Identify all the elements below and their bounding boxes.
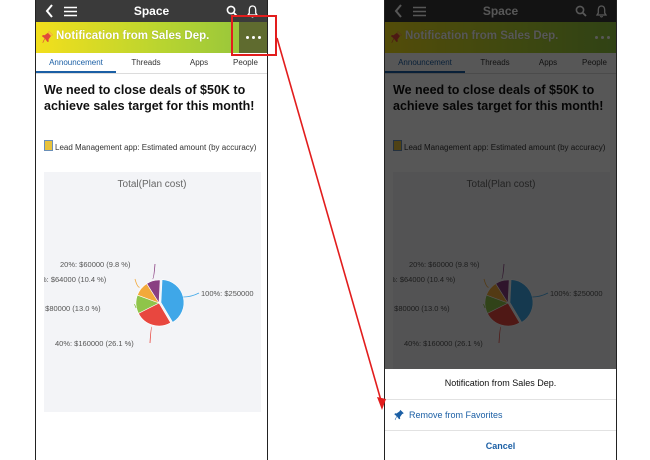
pointer-arrow xyxy=(276,37,386,410)
